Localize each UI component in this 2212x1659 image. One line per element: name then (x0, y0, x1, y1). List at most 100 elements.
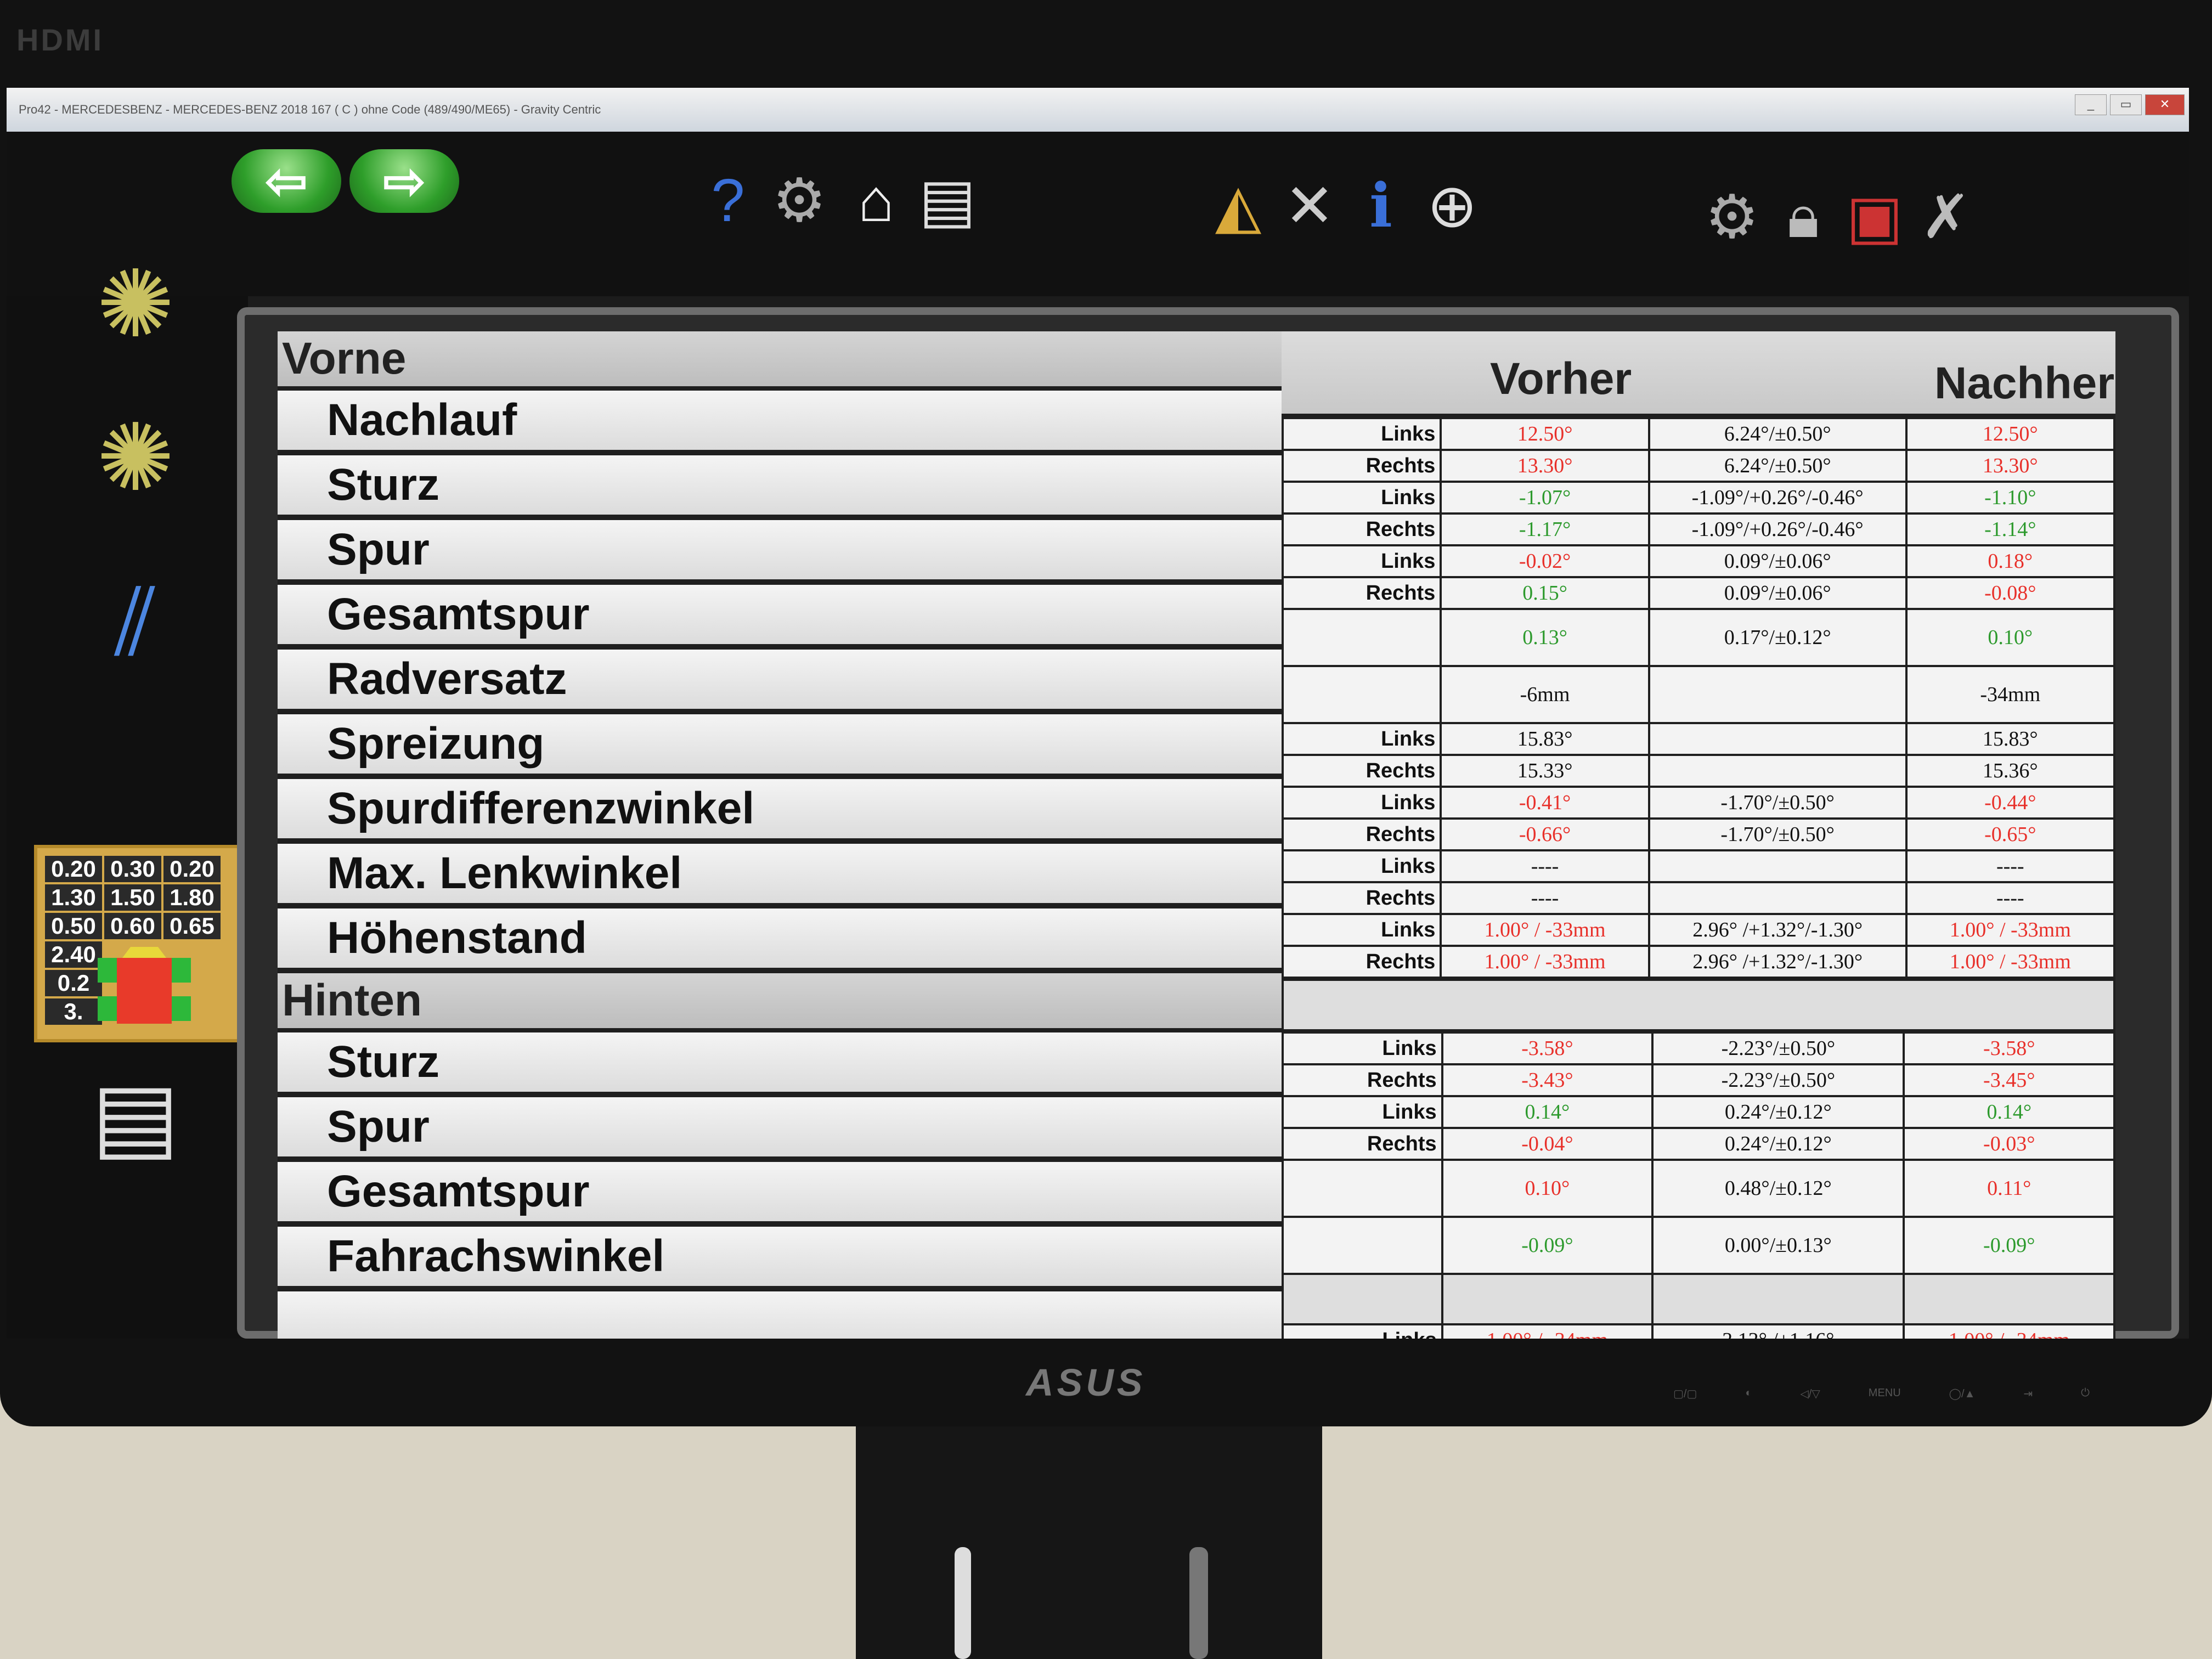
osd-button[interactable]: ⇥ (2023, 1387, 2033, 1401)
section-front: Vorne (278, 331, 1282, 391)
side-label: Links (1282, 1323, 1443, 1339)
minimize-button[interactable]: _ (2075, 94, 2107, 115)
home-icon[interactable]: ⌂ (840, 159, 912, 241)
osd-button[interactable]: ◐ (1745, 1387, 1752, 1401)
rear-header-spacer (1282, 979, 2115, 1031)
spec-value: 0.09°/±0.06° (1647, 576, 1908, 610)
exit-tools-icon[interactable]: ✗ (1910, 176, 1982, 258)
value-after: 0.14° (1903, 1095, 2115, 1129)
parameter-label: Sturz (278, 1032, 1282, 1097)
side-label: Rechts (1282, 1063, 1443, 1097)
table-row: Links 12.50° 6.24°/±0.50° 12.50° (1281, 417, 2116, 451)
tools-icon[interactable]: ✕ (1274, 165, 1345, 247)
zoom-icon[interactable]: ⊕ (1417, 165, 1488, 247)
table-row: Links 15.83° 15.83° (1281, 722, 2116, 756)
parameter-label: Höhenstand (278, 909, 1282, 973)
value-after: -0.44° (1905, 786, 2116, 820)
side-label: Links (1281, 722, 1442, 756)
value-before: 13.30° (1440, 449, 1650, 483)
side-label: Links (1281, 417, 1442, 451)
side-label: Links (1282, 1031, 1443, 1065)
side-label: Links (1281, 544, 1442, 578)
table-row: Rechts 0.15° 0.09°/±0.06° -0.08° (1281, 576, 2116, 610)
table-row: Rechts 1.00° / -33mm 2.96° /+1.32°/-1.30° 1… (1281, 945, 2116, 979)
stand-cable-slot (955, 1547, 971, 1659)
spec-value: 0.24°/±0.12° (1651, 1095, 1905, 1129)
maximize-button[interactable]: ▭ (2110, 94, 2142, 115)
table-row: Links1.00° / -34mm3.13° /±1.16°1.00° / -… (1282, 1323, 2115, 1339)
value-after: 15.83° (1905, 722, 2116, 756)
lock-icon[interactable]: 🔒︎ (1768, 176, 1839, 258)
close-button[interactable]: ✕ (2145, 94, 2185, 115)
info-icon[interactable]: ℹ (1345, 165, 1417, 247)
value-before: -1.07° (1440, 481, 1650, 515)
value-after: -3.45° (1903, 1063, 2115, 1097)
table-row: 0.10° 0.48°/±0.12° 0.11° (1282, 1159, 2115, 1218)
value-before: -0.04° (1441, 1127, 1654, 1161)
summary-cell: 0.50 (45, 913, 102, 939)
value-before (1441, 1273, 1654, 1325)
caster-icon[interactable]: ✺ (72, 241, 199, 368)
arrow-left-icon: ⇦ (265, 153, 308, 210)
measurement-icon[interactable]: ◭ (1203, 165, 1274, 247)
spec-value: 0.17°/±0.12° (1647, 608, 1908, 667)
table-row: Links 0.14° 0.24°/±0.12° 0.14° (1282, 1095, 2115, 1129)
side-label: Rechts (1281, 945, 1442, 979)
forward-button[interactable]: ⇨ (349, 149, 459, 213)
monitor-brand-logo: ASUS (1026, 1361, 1146, 1404)
results-panel: Vorne Nachlauf Sturz Spur Gesamtspur Radversa… (237, 307, 2179, 1339)
side-label (1282, 1216, 1443, 1275)
table-row: -6mm -34mm (1281, 665, 2116, 724)
value-before: -3.43° (1441, 1063, 1654, 1097)
side-label: Rechts (1281, 449, 1442, 483)
vehicle-data-icon[interactable]: ▣ (1839, 176, 1910, 258)
value-before: -0.09° (1441, 1216, 1654, 1275)
spec-value: -1.70°/±0.50° (1647, 817, 1908, 851)
value-after: 15.36° (1905, 754, 2116, 788)
value-before: 15.83° (1440, 722, 1650, 756)
spec-value: -1.70°/±0.50° (1647, 786, 1908, 820)
spec-value: -2.23°/±0.50° (1651, 1031, 1905, 1065)
toe-icon[interactable]: ⫽ (72, 560, 199, 686)
osd-button[interactable]: ◁/▽ (1800, 1387, 1820, 1401)
value-after: 1.00° / -33mm (1905, 945, 2116, 979)
car-top-view-icon (98, 947, 191, 1024)
value-after: 0.10° (1905, 608, 2116, 667)
parameter-label: Gesamtspur (278, 585, 1282, 650)
hdmi-label: HDMI (16, 22, 104, 57)
summary-cell: 3. (45, 998, 102, 1025)
print-icon[interactable]: ▤ (912, 159, 983, 241)
table-row: Rechts -0.04° 0.24°/±0.12° -0.03° (1282, 1127, 2115, 1161)
spec-value: 0.09°/±0.06° (1647, 544, 1908, 578)
value-before: -6mm (1440, 665, 1650, 724)
osd-button[interactable]: MENU (1869, 1387, 1901, 1401)
print-report-icon[interactable]: ▤ (72, 1053, 199, 1180)
value-after: -34mm (1905, 665, 2116, 724)
spec-value: 6.24°/±0.50° (1647, 417, 1908, 451)
osd-button[interactable]: ◯/▲ (1949, 1387, 1976, 1401)
spec-value: -1.09°/+0.26°/-0.46° (1647, 512, 1908, 546)
table-row: Links -1.07° -1.09°/+0.26°/-0.46° -1.10° (1281, 481, 2116, 515)
osd-button[interactable]: ▢/▢ (1673, 1387, 1697, 1401)
osd-button[interactable]: ⏻ (2081, 1387, 2090, 1401)
value-after: 13.30° (1905, 449, 2116, 483)
spec-value: 6.24°/±0.50° (1647, 449, 1908, 483)
alignment-summary-panel[interactable]: 0.20 0.30 0.20 1.30 1.50 1.80 0.50 0.60 0.65 2.40… (34, 845, 242, 1042)
back-button[interactable]: ⇦ (232, 149, 341, 213)
settings-gears-icon[interactable]: ⚙ (1696, 176, 1768, 258)
help-icon[interactable]: ? (692, 159, 764, 241)
value-after: 1.00° / -33mm (1905, 913, 2116, 947)
value-after: -1.14° (1905, 512, 2116, 546)
spec-value: -1.09°/+0.26°/-0.46° (1647, 481, 1908, 515)
table-row: Links -3.58° -2.23°/±0.50° -3.58° (1282, 1031, 2115, 1065)
value-after: -3.58° (1903, 1031, 2115, 1065)
value-before: ---- (1440, 849, 1650, 883)
side-label: Links (1281, 913, 1442, 947)
summary-cell: 0.60 (104, 913, 161, 939)
wheel-adjust-icon[interactable]: ⚙ (764, 159, 835, 241)
value-before: -0.02° (1440, 544, 1650, 578)
spec-value: -2.23°/±0.50° (1651, 1063, 1905, 1097)
summary-cell: 0.30 (104, 856, 161, 882)
camber-icon[interactable]: ✺ (72, 395, 199, 521)
side-label (1282, 1159, 1443, 1218)
